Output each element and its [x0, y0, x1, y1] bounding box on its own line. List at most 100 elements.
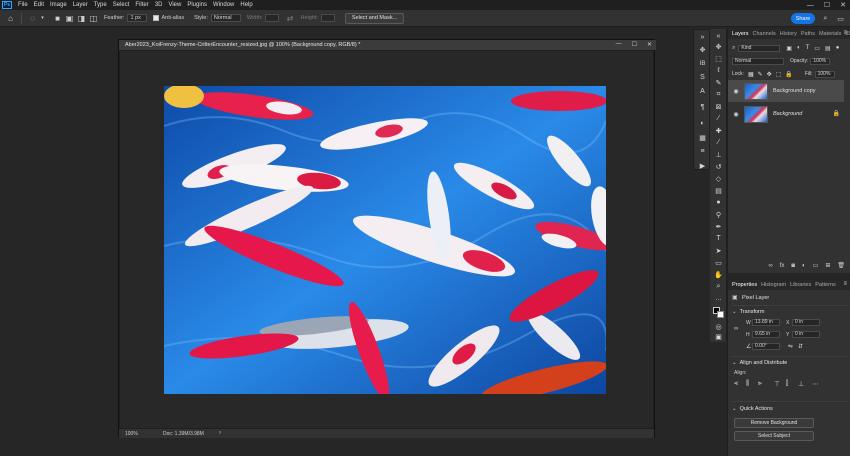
quick-actions-section-title[interactable]: ⌄ Quick Actions	[732, 406, 773, 412]
blend-mode-select[interactable]: Normal	[732, 57, 784, 65]
panel-menu-icon[interactable]: ≡	[843, 30, 847, 36]
layer-row[interactable]: ◉ Background 🔒	[728, 103, 844, 125]
photoshop-logo[interactable]: Ps	[2, 1, 12, 9]
minimize-icon[interactable]: —	[616, 41, 622, 48]
move-tool-icon[interactable]: ✥	[697, 44, 708, 55]
quick-select-icon[interactable]: ✎	[713, 77, 724, 88]
close-icon[interactable]: ✕	[840, 1, 846, 9]
link-icon[interactable]: ∞	[734, 326, 738, 332]
actions-icon[interactable]: ≡	[697, 146, 708, 157]
character-icon[interactable]: A	[697, 86, 708, 97]
kind-filter[interactable]: Kind	[738, 44, 781, 52]
transform-section-title[interactable]: ⌄ Transform	[732, 309, 764, 315]
brush-icon[interactable]: ⁄	[713, 137, 724, 148]
chevron-right-icon[interactable]: ›	[219, 430, 221, 436]
align-left-icon[interactable]: ⫷	[734, 380, 738, 388]
new-selection-icon[interactable]: ■	[53, 14, 62, 23]
align-top-icon[interactable]: ⊤	[774, 380, 780, 388]
lock-transparency-icon[interactable]: ▦	[748, 71, 754, 78]
add-selection-icon[interactable]: ▣	[65, 14, 74, 23]
style-select[interactable]: Normal	[210, 14, 241, 22]
remove-background-button[interactable]: Remove Background	[734, 418, 814, 428]
screen-mode-icon[interactable]: ▣	[713, 331, 724, 342]
height-field[interactable]	[320, 14, 335, 22]
angle-field[interactable]: 0.00°	[752, 343, 780, 350]
y-field[interactable]: 0 in	[792, 331, 820, 338]
type-filter-icon[interactable]: T	[806, 45, 810, 51]
width-field[interactable]	[265, 14, 280, 22]
lock-all-icon[interactable]: 🔒	[785, 71, 792, 78]
layer-name[interactable]: Background	[773, 111, 802, 117]
select-subject-button[interactable]: Select Subject	[734, 431, 814, 441]
tab-channels[interactable]: Channels	[753, 31, 776, 37]
document-tab[interactable]: Aber2023_KoiFrenzy-Theme-CritterEncounte…	[119, 40, 656, 50]
path-select-icon[interactable]: ➤	[713, 245, 724, 256]
adjustments-icon[interactable]: ◐	[697, 118, 708, 129]
fx-icon[interactable]: fx	[780, 263, 785, 269]
marquee-tool-icon[interactable]: ◌	[28, 14, 37, 23]
home-icon[interactable]: ⌂	[6, 14, 15, 23]
styles-icon[interactable]: S	[697, 72, 708, 83]
flip-horizontal-icon[interactable]: ⇋	[788, 343, 793, 350]
link-icon[interactable]: ∞	[768, 263, 772, 269]
adjustment-layer-icon[interactable]: ◐	[802, 263, 806, 269]
align-section-title[interactable]: ⌄ Align and Distribute	[732, 360, 787, 366]
menu-3d[interactable]: 3D	[155, 2, 163, 8]
edit-toolbar-icon[interactable]: …	[713, 293, 724, 304]
antialias-checkbox[interactable]	[153, 15, 160, 21]
minimize-icon[interactable]: —	[807, 2, 814, 9]
tab-materials[interactable]: Materials	[819, 31, 841, 37]
maximize-icon[interactable]: ☐	[632, 41, 637, 48]
tab-libraries[interactable]: Libraries	[790, 282, 811, 288]
dodge-icon[interactable]: ⚲	[713, 209, 724, 220]
canvas-area[interactable]	[120, 51, 653, 428]
mask-icon[interactable]: ◙	[791, 263, 795, 269]
adjustment-filter-icon[interactable]: ◐	[797, 45, 801, 51]
image-filter-icon[interactable]: ▣	[786, 45, 792, 52]
color-swatch-icon[interactable]	[713, 307, 724, 318]
lock-position-icon[interactable]: ✥	[767, 71, 772, 78]
lasso-icon[interactable]: ℓ	[713, 65, 724, 76]
paragraph-icon[interactable]: ¶	[697, 102, 708, 113]
panel-menu-icon[interactable]: ≡	[843, 281, 847, 287]
swatches-icon[interactable]: ▦	[697, 132, 708, 143]
menu-plugins[interactable]: Plugins	[187, 2, 207, 8]
eyedropper-icon[interactable]: ⁄	[713, 113, 724, 124]
subtract-selection-icon[interactable]: ◨	[77, 14, 86, 23]
tab-layers[interactable]: Layers	[732, 31, 749, 37]
workspace-icon[interactable]: ▭	[836, 14, 845, 23]
layer-row[interactable]: ◉ Background copy	[728, 80, 844, 102]
more-options-icon[interactable]: ⋯	[812, 380, 819, 388]
zoom-level[interactable]: 100%	[125, 431, 138, 437]
menu-select[interactable]: Select	[113, 2, 130, 8]
play-icon[interactable]: ▶	[697, 160, 708, 171]
blur-icon[interactable]: ●	[713, 197, 724, 208]
swap-icon[interactable]: ⇄	[285, 14, 294, 23]
lock-pixels-icon[interactable]: ✎	[758, 71, 763, 78]
menu-view[interactable]: View	[168, 2, 181, 8]
hand-icon[interactable]: ✋	[713, 269, 724, 280]
align-middle-v-icon[interactable]: ⫿	[786, 380, 788, 388]
tab-histogram[interactable]: Histogram	[761, 282, 786, 288]
align-right-icon[interactable]: ⫸	[758, 380, 762, 388]
maximize-icon[interactable]: ☐	[824, 1, 830, 9]
select-and-mask-button[interactable]: Select and Mask...	[344, 12, 405, 24]
tab-patterns[interactable]: Patterns	[815, 282, 835, 288]
trash-icon[interactable]: 🗑	[837, 262, 845, 269]
search-icon[interactable]: ⌕	[821, 14, 830, 23]
eye-icon[interactable]: ◉	[732, 110, 740, 118]
menu-help[interactable]: Help	[240, 2, 252, 8]
rectangle-icon[interactable]: ▭	[713, 257, 724, 268]
tab-paths[interactable]: Paths	[801, 31, 815, 37]
menu-image[interactable]: Image	[50, 2, 67, 8]
group-icon[interactable]: ▭	[813, 262, 819, 269]
type-icon[interactable]: T	[713, 233, 724, 244]
smart-object-filter-icon[interactable]: ▤	[825, 45, 831, 52]
pen-icon[interactable]: ✒	[713, 221, 724, 232]
gradient-icon[interactable]: ▤	[713, 185, 724, 196]
menu-file[interactable]: File	[18, 2, 28, 8]
menu-edit[interactable]: Edit	[34, 2, 44, 8]
fill-field[interactable]: 100%	[814, 70, 835, 78]
info-panel-icon[interactable]: IB	[697, 58, 708, 69]
marquee-icon[interactable]: ⬚	[713, 53, 724, 64]
